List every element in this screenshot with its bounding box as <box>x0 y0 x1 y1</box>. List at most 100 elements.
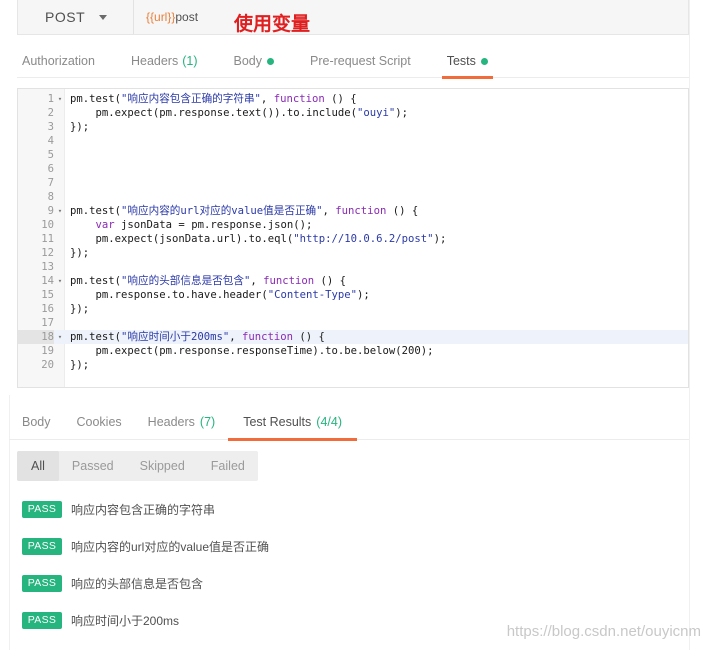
filter-passed[interactable]: Passed <box>59 451 127 481</box>
tab-headers[interactable]: Headers (1) <box>126 44 203 78</box>
code-text: }); <box>70 247 90 259</box>
line-number: 9 <box>47 205 54 217</box>
code-line: 11 pm.expect(jsonData.url).to.eql("http:… <box>18 232 688 246</box>
fold-arrow-icon[interactable]: ▾ <box>56 330 64 344</box>
pass-badge: PASS <box>22 611 62 629</box>
test-name: 响应内容的url对应的value值是否正确 <box>71 539 270 554</box>
tests-code-editor[interactable]: 1 ▾ pm.test("响应内容包含正确的字符串", function () {2… <box>17 88 689 388</box>
code-line: 20}); <box>18 358 688 372</box>
code-line: 7 <box>18 176 688 190</box>
test-name: 响应内容包含正确的字符串 <box>71 502 216 517</box>
code-line: 9 ▾ pm.test("响应内容的url对应的value值是否正确", funct… <box>18 204 688 218</box>
response-tab-test-results[interactable]: Test Results (4/4) <box>228 404 357 441</box>
line-number: 11 <box>41 233 54 245</box>
url-path: post <box>175 10 199 24</box>
line-number: 7 <box>47 177 54 189</box>
code-text: pm.test("响应内容的url对应的value值是否正确", functio… <box>70 205 419 217</box>
tab-pre-request-script[interactable]: Pre-request Script <box>305 44 416 78</box>
line-number: 8 <box>47 191 54 203</box>
result-filter-group: All Passed Skipped Failed <box>17 451 258 481</box>
response-tab-cookies[interactable]: Cookies <box>64 404 135 440</box>
chevron-down-icon <box>99 14 108 20</box>
watermark: https://blog.csdn.net/ouyicnm <box>506 623 701 640</box>
test-name: 响应的头部信息是否包含 <box>71 576 204 591</box>
code-line: 3}); <box>18 120 688 134</box>
code-line: 5 <box>18 148 688 162</box>
code-line: 12}); <box>18 246 688 260</box>
filter-failed[interactable]: Failed <box>198 451 258 481</box>
status-dot-icon <box>267 57 274 65</box>
line-number: 15 <box>41 289 54 301</box>
url-input[interactable]: {{url}} post <box>134 0 688 34</box>
line-number: 17 <box>41 317 54 329</box>
code-text: var jsonData = pm.response.json(); <box>95 219 313 231</box>
code-line: 18 ▾ pm.test("响应时间小于200ms", function () { <box>18 330 688 344</box>
filter-skipped[interactable]: Skipped <box>127 451 198 481</box>
tab-count: (1) <box>182 54 198 68</box>
tab-label: Headers <box>130 54 179 68</box>
code-text: }); <box>70 121 90 133</box>
code-text: pm.test("响应的头部信息是否包含", function () { <box>70 275 347 287</box>
line-number: 5 <box>47 149 54 161</box>
request-tabs: Authorization Headers (1) Body Pre-request S… <box>17 44 689 79</box>
code-text: }); <box>70 303 90 315</box>
code-line: 2 pm.expect(pm.response.text()).to.inclu… <box>18 106 688 120</box>
code-line: 14 ▾ pm.test("响应的头部信息是否包含", function () { <box>18 274 688 288</box>
line-number: 2 <box>47 107 54 119</box>
line-number: 10 <box>41 219 54 231</box>
line-number: 12 <box>41 247 54 259</box>
code-line: 19 pm.expect(pm.response.responseTime).t… <box>18 344 688 358</box>
fold-arrow-icon[interactable]: ▾ <box>56 204 64 218</box>
line-number: 19 <box>41 345 54 357</box>
code-text: }); <box>70 359 90 371</box>
code-text: pm.test("响应内容包含正确的字符串", function () { <box>70 93 357 105</box>
line-number: 4 <box>47 135 54 147</box>
line-number: 6 <box>47 163 54 175</box>
test-name: 响应时间小于200ms <box>71 613 180 628</box>
code-line: 10 var jsonData = pm.response.json(); <box>18 218 688 232</box>
fold-arrow-icon[interactable]: ▾ <box>56 274 64 288</box>
code-line: 8 <box>18 190 688 204</box>
tab-count: (7) <box>199 415 216 429</box>
line-number: 13 <box>41 261 54 273</box>
code-line: 17 <box>18 316 688 330</box>
line-number: 3 <box>47 121 54 133</box>
test-result-row: PASS 响应的头部信息是否包含 <box>22 574 203 592</box>
response-tab-headers[interactable]: Headers (7) <box>135 404 229 440</box>
pass-badge: PASS <box>22 537 62 555</box>
line-number: 18 <box>18 330 54 344</box>
annotation-text: 使用变量 <box>234 14 311 35</box>
test-result-row: PASS 响应内容包含正确的字符串 <box>22 500 215 518</box>
tab-tests[interactable]: Tests <box>441 44 494 79</box>
url-variable: {{url}} <box>146 10 176 24</box>
code-line: 4 <box>18 134 688 148</box>
pass-badge: PASS <box>22 574 62 592</box>
code-line: 6 <box>18 162 688 176</box>
method-dropdown[interactable]: POST <box>18 0 134 34</box>
tab-label: Test Results <box>243 415 312 429</box>
filter-all[interactable]: All <box>17 451 59 481</box>
tab-authorization[interactable]: Authorization <box>17 44 100 78</box>
code-text: pm.test("响应时间小于200ms", function () { <box>70 331 325 343</box>
method-label: POST <box>45 9 86 25</box>
test-result-row: PASS 响应内容的url对应的value值是否正确 <box>22 537 269 555</box>
tab-label: Headers <box>147 415 195 429</box>
code-line: 16}); <box>18 302 688 316</box>
fold-arrow-icon[interactable]: ▾ <box>56 92 64 106</box>
tab-body[interactable]: Body <box>229 44 280 78</box>
code-line: 15 pm.response.to.have.header("Content-T… <box>18 288 688 302</box>
code-text: pm.expect(pm.response.responseTime).to.b… <box>70 345 434 357</box>
tab-label: Cookies <box>76 415 122 429</box>
tab-label: Pre-request Script <box>310 54 411 68</box>
line-number: 14 <box>41 275 54 287</box>
right-divider <box>689 0 690 650</box>
tab-label: Authorization <box>22 54 95 68</box>
tab-label: Body <box>233 54 263 68</box>
response-tab-body[interactable]: Body <box>9 404 64 440</box>
request-bar: POST {{url}} post <box>17 0 689 35</box>
line-number: 1 <box>47 93 54 105</box>
code-line: 13 <box>18 260 688 274</box>
tab-label: Tests <box>446 54 476 68</box>
line-number: 16 <box>41 303 54 315</box>
status-dot-icon <box>480 57 488 65</box>
